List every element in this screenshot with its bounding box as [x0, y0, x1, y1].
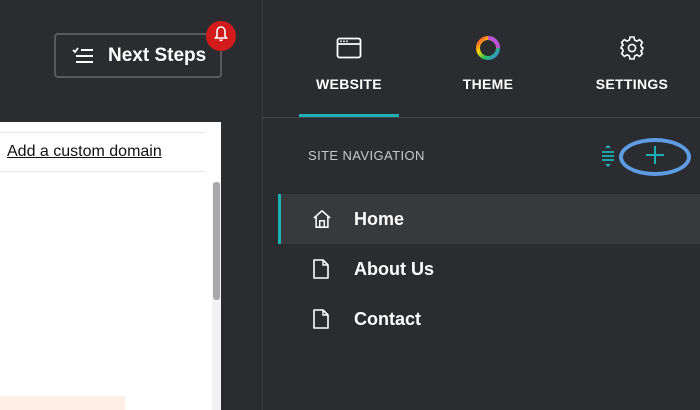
tab-theme[interactable]: THEME: [443, 0, 533, 118]
checklist-icon: [72, 46, 94, 65]
site-navigation-heading: SITE NAVIGATION: [308, 148, 425, 163]
site-navigation-list: Home About Us Contact: [278, 194, 700, 344]
nav-item-label: About Us: [354, 258, 434, 279]
next-steps-button[interactable]: Next Steps: [54, 33, 222, 78]
site-preview: Add a custom domain: [0, 122, 221, 410]
preview-scrollbar-thumb[interactable]: [213, 182, 220, 300]
bell-icon: [213, 25, 229, 47]
nav-item-label: Contact: [354, 308, 421, 329]
next-steps-label: Next Steps: [108, 44, 207, 66]
page-icon: [312, 258, 332, 280]
gear-icon: [618, 34, 646, 62]
tab-website[interactable]: WEBSITE: [299, 0, 399, 118]
nav-item-home[interactable]: Home: [278, 194, 700, 244]
tab-settings[interactable]: SETTINGS: [583, 0, 681, 118]
plus-icon: [644, 144, 666, 171]
nav-item-contact[interactable]: Contact: [278, 294, 700, 344]
tab-theme-label: THEME: [462, 76, 514, 92]
editor-side-panel: WEBSITE THEME SETTINGS SITE NAVIGATION H…: [262, 0, 700, 410]
add-page-button[interactable]: [619, 138, 691, 176]
nav-item-about-us[interactable]: About Us: [278, 244, 700, 294]
panel-tabs: WEBSITE THEME SETTINGS: [263, 0, 700, 118]
home-icon: [312, 208, 332, 230]
tab-website-label: WEBSITE: [316, 76, 382, 92]
tab-settings-label: SETTINGS: [595, 76, 669, 92]
domain-banner: Add a custom domain: [0, 132, 205, 172]
preview-content-block: [0, 396, 125, 410]
add-custom-domain-link[interactable]: Add a custom domain: [7, 143, 162, 161]
nav-item-label: Home: [354, 208, 405, 229]
browser-window-icon: [335, 34, 363, 62]
reorder-icon[interactable]: [599, 144, 617, 168]
active-tab-indicator: [299, 114, 399, 117]
notification-badge[interactable]: [206, 21, 236, 51]
page-icon: [312, 308, 332, 330]
color-wheel-icon: [474, 34, 502, 62]
